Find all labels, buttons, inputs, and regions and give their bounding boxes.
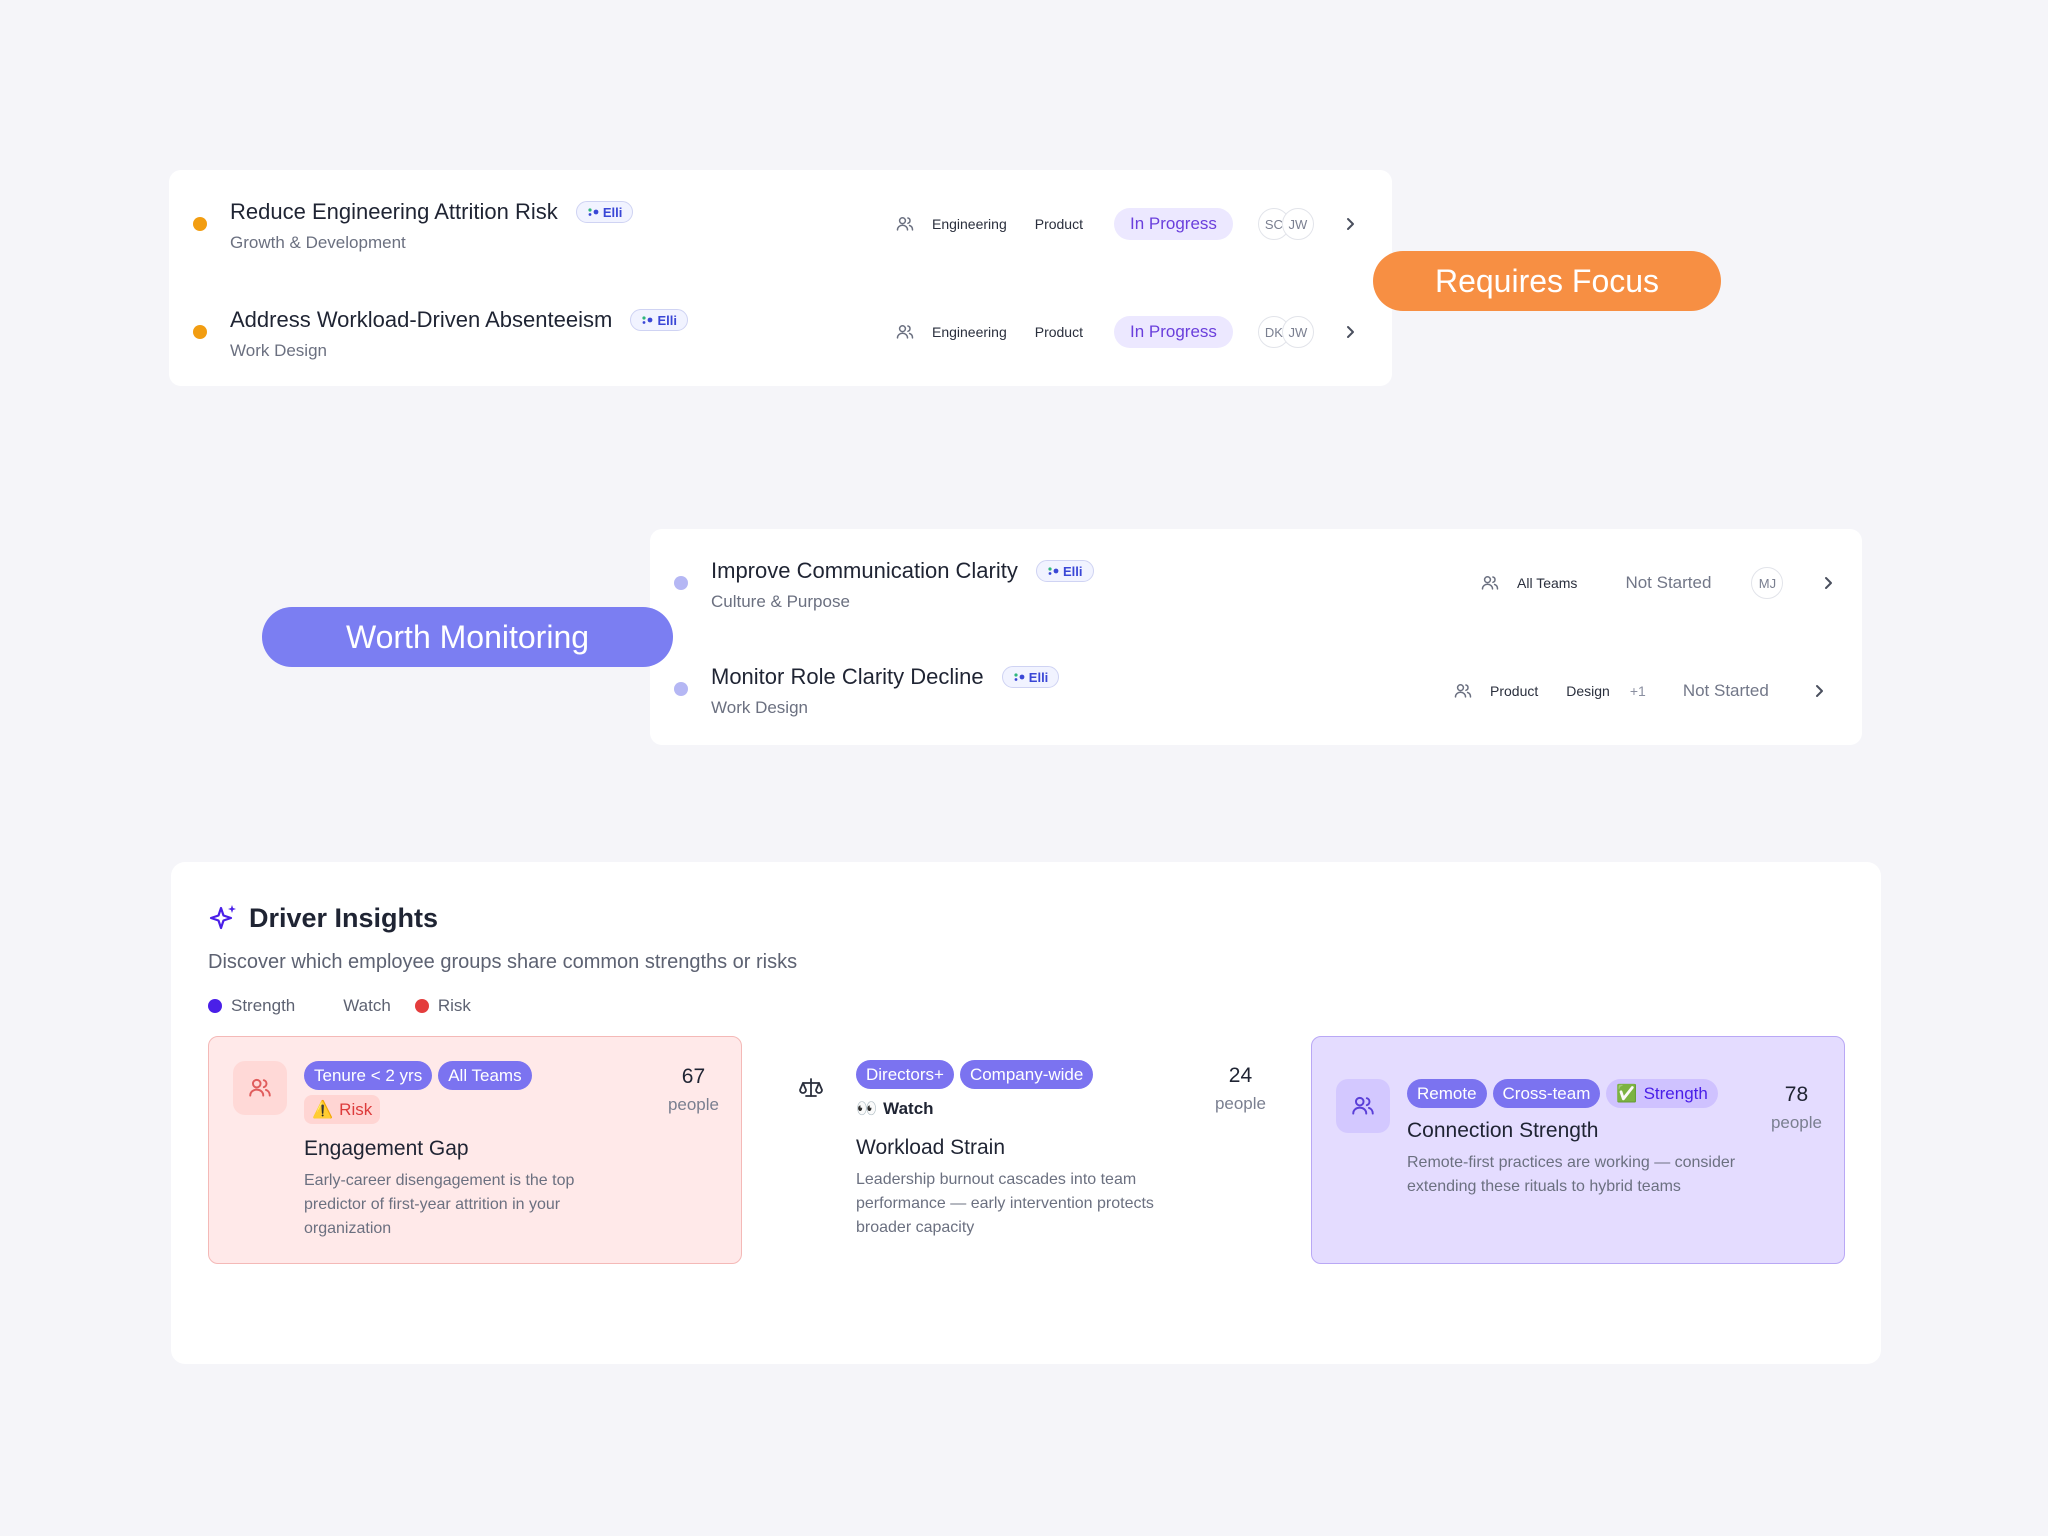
check-icon: ✅: [1616, 1083, 1638, 1103]
status-badge: Not Started: [1625, 573, 1712, 592]
team-tag: Design: [1566, 683, 1610, 699]
chevron-right-icon[interactable]: [1821, 576, 1835, 590]
people-count: 67 people: [667, 1065, 719, 1114]
chevron-right-icon[interactable]: [1343, 325, 1357, 339]
insight-card-connection-strength[interactable]: Remote Cross-team ✅ Strength Connection …: [1311, 1036, 1845, 1264]
insight-description: Leadership burnout cascades into team pe…: [856, 1171, 1154, 1236]
initiative-category: Culture & Purpose: [711, 592, 850, 611]
sparkle-icon: [209, 905, 236, 930]
segment-chip: Cross-team: [1492, 1079, 1601, 1108]
segment-chip: Remote: [1407, 1079, 1487, 1108]
team-tag: Product: [1034, 324, 1083, 340]
priority-dot: [193, 325, 207, 339]
insight-description: Remote-first practices are working — con…: [1407, 1154, 1736, 1195]
sparkle-icon: [1048, 567, 1059, 576]
legend-item-watch: Watch: [343, 996, 391, 1015]
sparkle-icon: [1014, 673, 1025, 682]
elli-badge: Elli: [1001, 666, 1060, 689]
initiative-category: Growth & Development: [230, 233, 406, 252]
people-icon: [896, 325, 914, 339]
avatar: JW: [1281, 208, 1314, 240]
group-icon-tile: [233, 1061, 287, 1115]
initiative-category: Work Design: [230, 341, 327, 360]
eyes-icon: 👀: [856, 1098, 878, 1118]
insight-title: Workload Strain: [856, 1136, 1006, 1159]
group-icon-tile: [1336, 1079, 1390, 1133]
legend: Strength Watch Risk: [208, 996, 519, 1016]
section-subtitle: Discover which employee groups share com…: [208, 951, 798, 973]
people-count: 24 people: [1214, 1064, 1266, 1113]
scale-icon: [799, 1078, 823, 1097]
people-icon: [896, 217, 914, 231]
people-icon: [1481, 576, 1499, 590]
legend-item-risk: Risk: [414, 996, 471, 1016]
insight-card-engagement-gap[interactable]: Tenure < 2 yrs All Teams ⚠️ Risk Engagem…: [208, 1036, 742, 1264]
people-count: 78 people: [1770, 1083, 1822, 1132]
team-tag: Product: [1490, 683, 1539, 699]
status-badge: Not Started: [1682, 681, 1769, 700]
list-item[interactable]: Monitor Role Clarity Decline Elli Work D…: [650, 637, 1862, 745]
status-badge: In Progress: [1113, 208, 1233, 240]
list-item[interactable]: Address Workload-Driven Absenteeism Elli…: [169, 278, 1392, 386]
initiative-title: Address Workload-Driven Absenteeism Elli: [230, 306, 688, 333]
strength-flag: ✅ Strength: [1606, 1079, 1718, 1108]
legend-dot: [414, 999, 429, 1013]
more-teams-count: +1: [1629, 683, 1646, 699]
segment-chip: Tenure < 2 yrs: [304, 1061, 433, 1090]
team-tag: All Teams: [1517, 575, 1578, 591]
priority-dot: [674, 576, 688, 590]
people-icon: [1454, 684, 1472, 698]
legend-item-strength: Strength: [208, 996, 295, 1016]
segment-chip: All Teams: [438, 1061, 532, 1090]
elli-badge: Elli: [630, 309, 688, 332]
priority-dot: [674, 682, 688, 696]
initiative-title: Monitor Role Clarity Decline Elli: [711, 663, 1060, 690]
people-icon: [249, 1078, 271, 1097]
insight-title: Connection Strength: [1407, 1119, 1599, 1142]
worth-monitoring-label: Worth Monitoring: [262, 607, 673, 667]
risk-flag: ⚠️ Risk: [304, 1095, 381, 1124]
segment-chip: Company-wide: [959, 1060, 1094, 1089]
insight-card-workload-strain[interactable]: Directors+ Company-wide 👀 Watch Workload…: [770, 1036, 1270, 1264]
team-tag: Product: [1034, 216, 1083, 232]
people-icon: [1352, 1096, 1374, 1115]
initiative-title: Improve Communication Clarity Elli: [711, 557, 1094, 584]
elli-badge: Elli: [575, 201, 634, 224]
chevron-right-icon[interactable]: [1812, 684, 1826, 698]
initiative-category: Work Design: [711, 698, 808, 717]
team-tag: Engineering: [932, 324, 1007, 340]
watch-flag: 👀 Watch: [856, 1098, 934, 1118]
team-tag: Engineering: [932, 216, 1007, 232]
list-item[interactable]: Improve Communication Clarity Elli Cultu…: [650, 529, 1862, 637]
avatar: MJ: [1751, 567, 1784, 599]
initiative-title: Reduce Engineering Attrition Risk Elli: [230, 198, 634, 225]
chevron-right-icon[interactable]: [1343, 217, 1357, 231]
list-item[interactable]: Reduce Engineering Attrition Risk Elli G…: [169, 170, 1392, 278]
priority-dot: [193, 217, 207, 231]
segment-chip: Directors+: [856, 1060, 954, 1089]
insight-title: Engagement Gap: [304, 1137, 469, 1160]
insight-description: Early-career disengagement is the top pr…: [304, 1172, 575, 1237]
avatar: JW: [1281, 316, 1314, 348]
sparkle-icon: [642, 316, 653, 325]
section-title: Driver Insights: [249, 903, 439, 933]
worth-monitoring-card: Improve Communication Clarity Elli Cultu…: [650, 529, 1862, 745]
legend-dot: [208, 999, 222, 1013]
elli-badge: Elli: [1036, 560, 1094, 583]
sparkle-icon: [588, 208, 599, 217]
requires-focus-label: Requires Focus: [1373, 251, 1721, 311]
requires-focus-card: Reduce Engineering Attrition Risk Elli G…: [169, 170, 1392, 386]
warning-icon: ⚠️: [312, 1099, 334, 1119]
status-badge: In Progress: [1113, 316, 1233, 348]
